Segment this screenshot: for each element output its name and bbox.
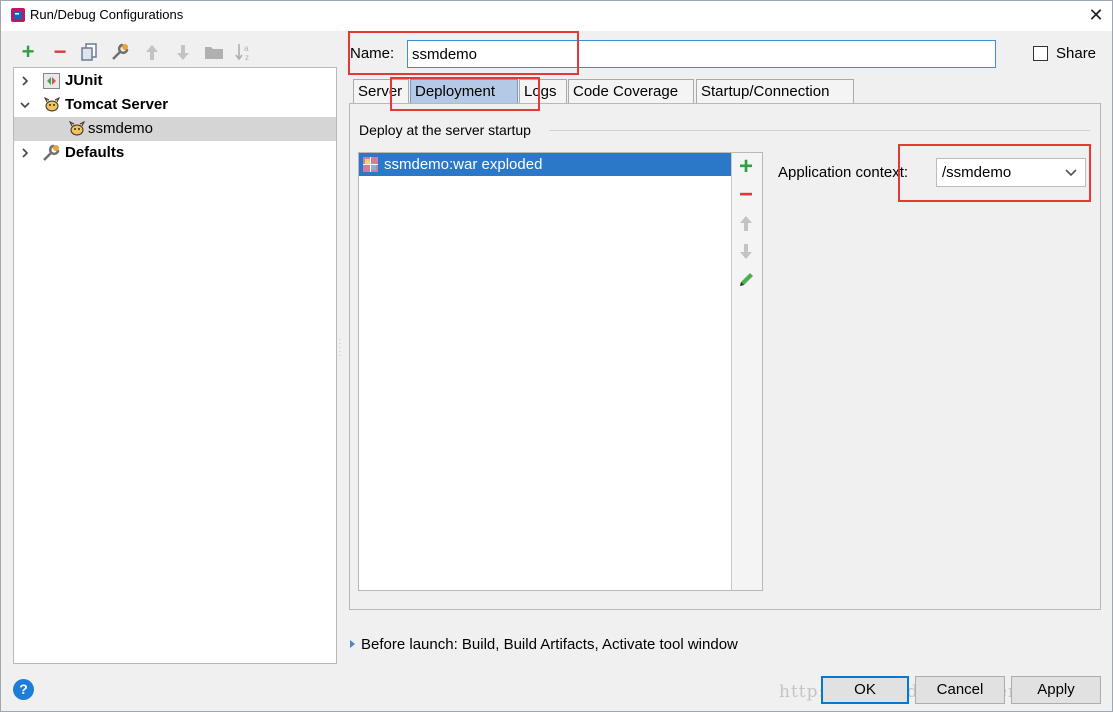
- tab-code-coverage[interactable]: Code Coverage: [568, 79, 694, 104]
- chevron-down-icon[interactable]: [20, 100, 30, 110]
- remove-icon[interactable]: −: [49, 39, 71, 64]
- wrench-icon: [43, 144, 60, 161]
- name-input[interactable]: [407, 40, 996, 68]
- before-launch-label[interactable]: Before launch: Build, Build Artifacts, A…: [361, 636, 738, 653]
- folder-icon[interactable]: [204, 45, 224, 60]
- artifact-list[interactable]: [358, 152, 732, 591]
- chevron-down-icon[interactable]: [1064, 166, 1078, 178]
- remove-artifact-icon[interactable]: −: [736, 181, 756, 208]
- share-label: Share: [1056, 45, 1097, 62]
- chevron-right-icon[interactable]: [20, 148, 30, 158]
- move-down-icon[interactable]: [738, 243, 754, 260]
- tree-item-junit[interactable]: JUnit: [14, 69, 336, 93]
- close-icon[interactable]: ✕: [1083, 3, 1109, 27]
- artifact-name: ssmdemo:war exploded: [384, 156, 543, 173]
- copy-icon[interactable]: [80, 43, 98, 61]
- tab-server[interactable]: Server: [353, 79, 409, 104]
- svg-text:a: a: [244, 44, 249, 53]
- tab-startup-connection[interactable]: Startup/Connection: [696, 79, 854, 104]
- window-title: Run/Debug Configurations: [30, 7, 184, 22]
- splitter-handle[interactable]: · · · · ·: [337, 336, 343, 360]
- intellij-app-icon: [11, 8, 25, 22]
- tomcat-icon: [43, 97, 61, 112]
- expand-triangle-icon[interactable]: [350, 640, 355, 648]
- share-checkbox[interactable]: [1033, 46, 1048, 61]
- move-up-icon[interactable]: [144, 44, 160, 61]
- group-divider: [549, 130, 1090, 131]
- apply-button[interactable]: Apply: [1011, 676, 1101, 704]
- add-icon[interactable]: +: [17, 39, 39, 64]
- tree-item-ssmdemo[interactable]: ssmdemo: [14, 117, 336, 141]
- tree-item-label: Defaults: [65, 144, 125, 161]
- sort-icon[interactable]: a z: [235, 42, 255, 62]
- move-up-icon[interactable]: [738, 215, 754, 232]
- tree-item-label: JUnit: [65, 72, 103, 89]
- tree-item-label: ssmdemo: [88, 120, 154, 137]
- tree-item-defaults[interactable]: Defaults: [14, 141, 336, 165]
- help-icon[interactable]: ?: [13, 679, 34, 700]
- cancel-button[interactable]: Cancel: [915, 676, 1005, 704]
- edit-pencil-icon[interactable]: [738, 271, 754, 288]
- svg-text:z: z: [245, 53, 249, 62]
- tomcat-icon: [68, 121, 86, 136]
- tab-logs[interactable]: Logs: [519, 79, 567, 104]
- move-down-icon[interactable]: [175, 44, 191, 61]
- name-label: Name:: [350, 45, 395, 62]
- add-artifact-icon[interactable]: +: [736, 153, 756, 180]
- tab-deployment[interactable]: Deployment: [410, 79, 518, 104]
- wrench-icon[interactable]: [110, 42, 132, 62]
- application-context-value: /ssmdemo: [942, 164, 1012, 181]
- tree-item-tomcat-server[interactable]: Tomcat Server: [14, 93, 336, 117]
- deploy-group-title: Deploy at the server startup: [359, 122, 537, 138]
- tree-item-label: Tomcat Server: [65, 96, 169, 113]
- chevron-right-icon[interactable]: [20, 76, 30, 86]
- war-artifact-icon: [363, 157, 378, 172]
- junit-icon: [43, 73, 60, 89]
- configuration-tree[interactable]: JUnit Tomcat Server ssmdemo Defaults: [13, 67, 337, 664]
- application-context-label: Application context:: [778, 164, 909, 181]
- ok-button[interactable]: OK: [821, 676, 909, 704]
